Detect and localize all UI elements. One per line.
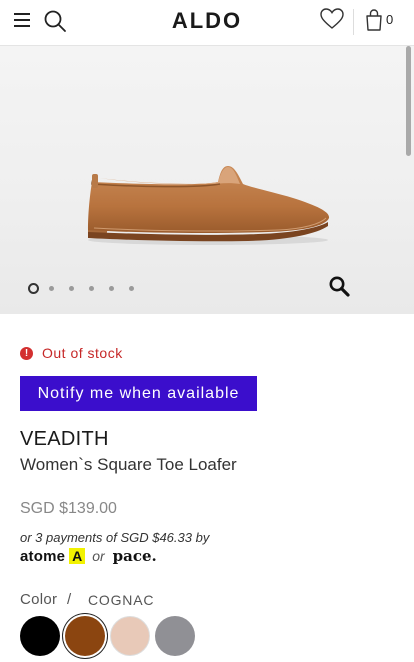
pace-logo[interactable]: pace. bbox=[113, 547, 157, 565]
carousel-dot-1[interactable] bbox=[28, 283, 39, 294]
selected-color-name: COGNAC bbox=[88, 592, 155, 608]
atome-logo[interactable]: atome bbox=[20, 548, 65, 565]
carousel-dot-6[interactable] bbox=[129, 286, 134, 291]
product-image-loafer bbox=[88, 166, 330, 245]
color-label: Color bbox=[20, 591, 58, 608]
carousel-dot-2[interactable] bbox=[49, 286, 54, 291]
color-swatch-black[interactable] bbox=[20, 616, 60, 656]
search-icon[interactable] bbox=[42, 8, 68, 34]
site-header: ALDO 0 bbox=[0, 0, 414, 46]
bag-count: 0 bbox=[386, 12, 394, 27]
aldo-logo[interactable]: ALDO bbox=[172, 8, 242, 33]
color-swatch-grey[interactable] bbox=[155, 616, 195, 656]
heart-icon[interactable] bbox=[319, 7, 345, 31]
color-swatch-blush[interactable] bbox=[110, 616, 150, 656]
color-swatch-cognac[interactable] bbox=[65, 616, 105, 656]
carousel-dot-4[interactable] bbox=[89, 286, 94, 291]
page-scrollbar[interactable] bbox=[406, 46, 411, 156]
magnifier-icon[interactable] bbox=[328, 275, 350, 297]
carousel-dot-3[interactable] bbox=[69, 286, 74, 291]
shopping-bag-icon[interactable] bbox=[364, 8, 384, 32]
stock-status: ! Out of stock bbox=[20, 345, 123, 361]
atome-a-icon: A bbox=[69, 548, 86, 564]
stock-status-text: Out of stock bbox=[42, 345, 123, 361]
hamburger-menu-icon[interactable] bbox=[14, 13, 30, 27]
header-divider bbox=[353, 9, 354, 35]
payment-providers: atome A or pace. bbox=[20, 546, 157, 566]
carousel-dot-5[interactable] bbox=[109, 286, 114, 291]
notify-me-button[interactable]: Notify me when available bbox=[20, 376, 257, 411]
payment-or-text: or bbox=[92, 548, 105, 564]
color-separator: / bbox=[67, 591, 72, 608]
alert-icon: ! bbox=[20, 346, 33, 360]
product-name: VEADITH bbox=[20, 428, 109, 450]
installment-text: or 3 payments of SGD $46.33 by bbox=[20, 530, 210, 545]
product-subtitle: Women`s Square Toe Loafer bbox=[20, 455, 237, 474]
product-image-carousel[interactable] bbox=[0, 46, 414, 314]
product-price: SGD $139.00 bbox=[20, 500, 117, 517]
